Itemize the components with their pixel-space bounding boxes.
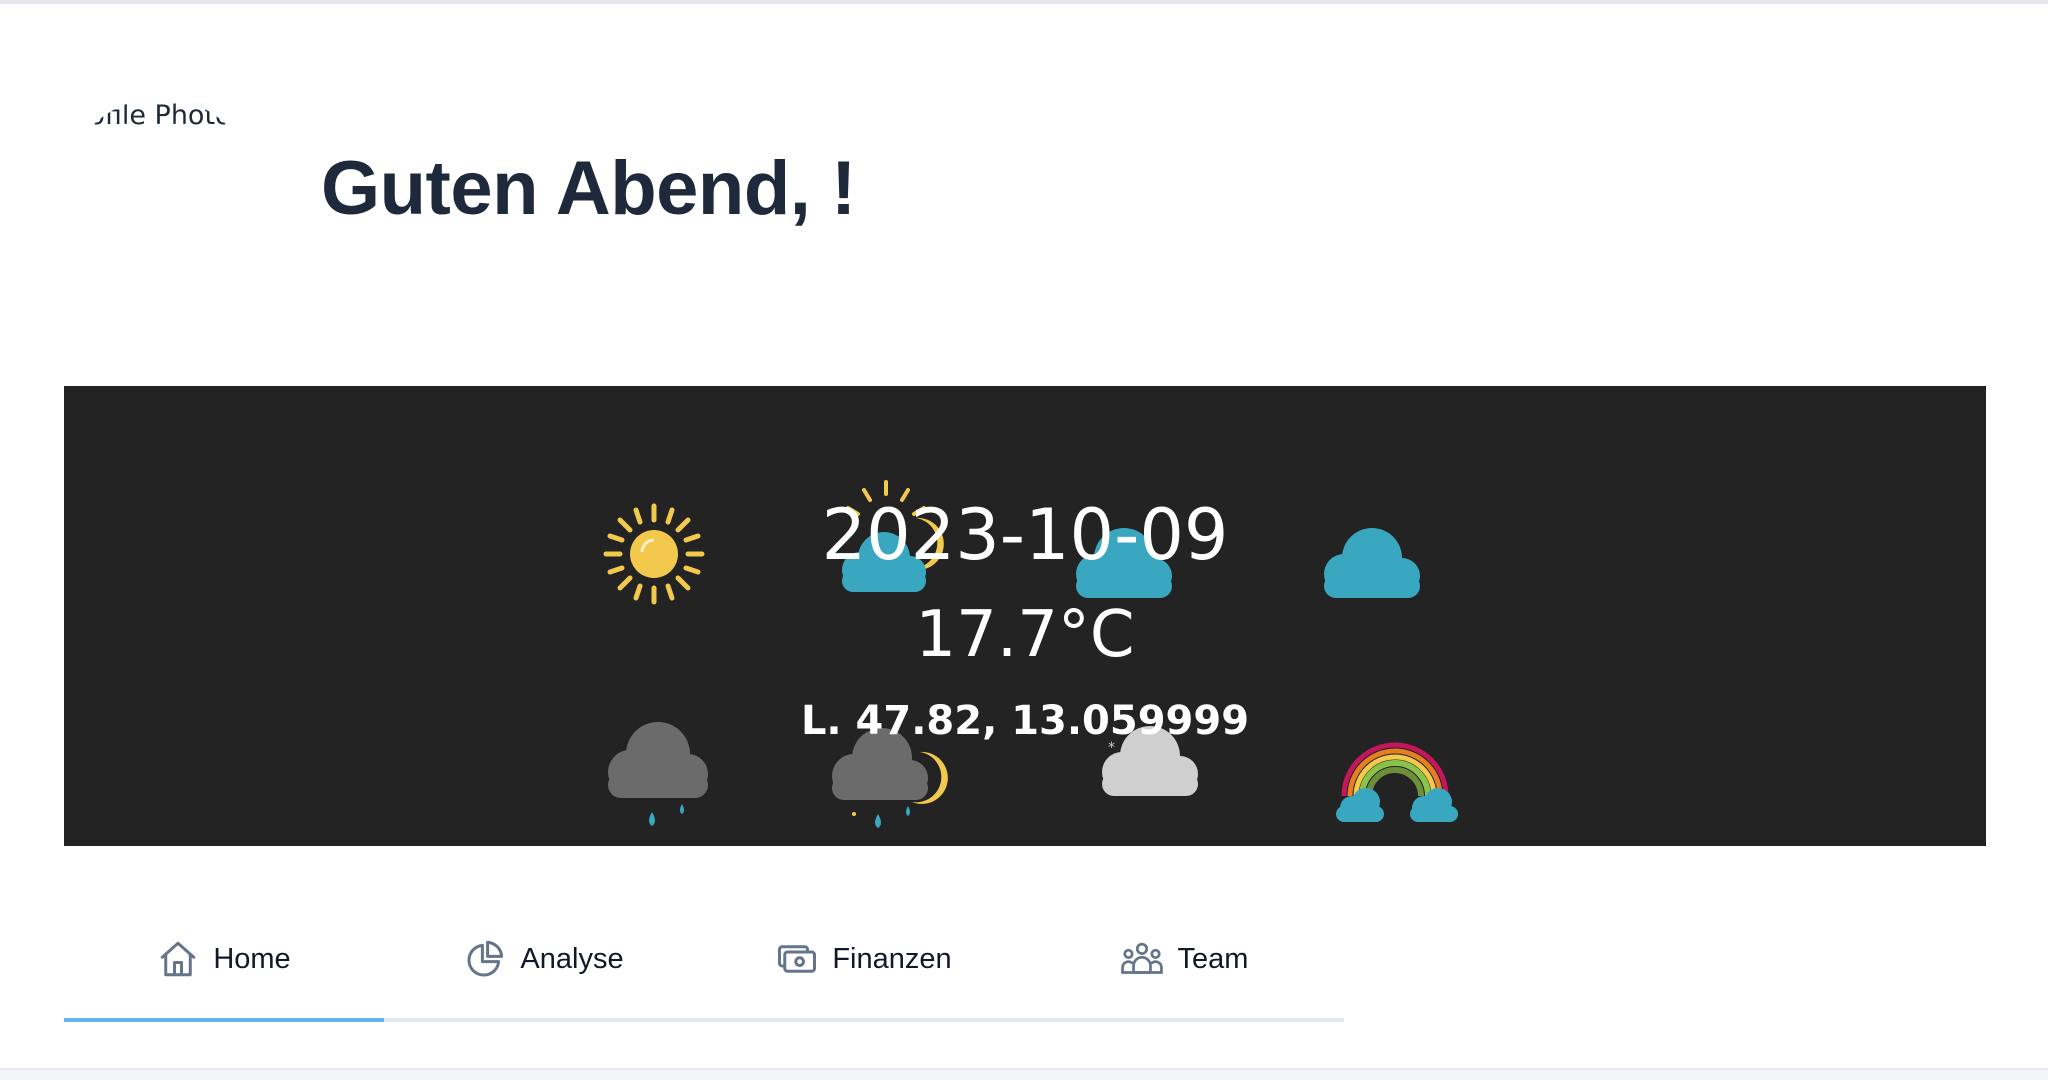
tab-team[interactable]: Team [1024, 900, 1344, 1018]
tab-label-home: Home [213, 942, 291, 975]
bottom-border [0, 1068, 2048, 1080]
rainbow-icon [1336, 742, 1458, 822]
weather-temperature: 17.7°C [915, 598, 1135, 672]
money-icon [778, 945, 817, 973]
avatar-alt-text: Profile Photo [64, 100, 232, 131]
active-tab-indicator [64, 1018, 384, 1022]
main-tabs: Home Analyse Finanzen Team [64, 900, 1344, 1022]
weather-coordinates: L. 47.82, 13.059999 [800, 698, 1250, 744]
tab-label-team: Team [1177, 942, 1249, 975]
avatar[interactable]: Profile Photo [64, 98, 256, 290]
tab-label-analyse: Analyse [520, 942, 624, 975]
top-border [0, 0, 2048, 4]
team-icon [1120, 942, 1163, 974]
tab-label-finanzen: Finanzen [832, 942, 952, 975]
tab-finanzen[interactable]: Finanzen [704, 900, 1024, 1018]
weather-date: 2023-10-09 [821, 494, 1229, 576]
weather-card: * 2023-10-09 17.7°C L. 47.82, 13.059999 [64, 386, 1986, 846]
home-icon [161, 941, 196, 977]
pie-chart-icon [467, 940, 504, 977]
tab-home[interactable]: Home [64, 900, 384, 1022]
tab-analyse[interactable]: Analyse [384, 900, 704, 1018]
page-title: Guten Abend, ! [321, 146, 856, 231]
